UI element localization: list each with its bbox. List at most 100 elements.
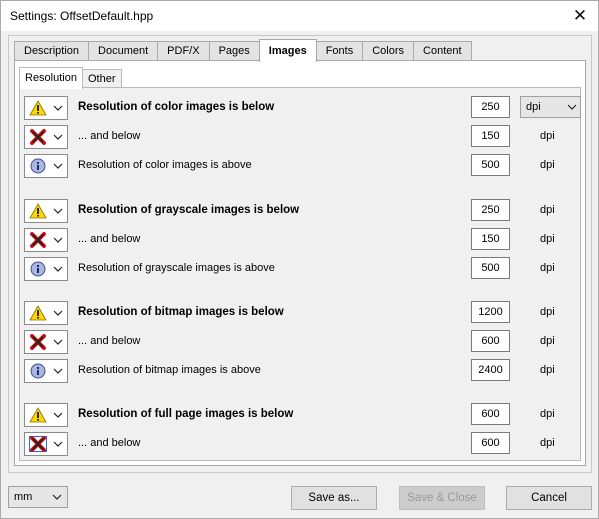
chevron-down-icon — [53, 163, 63, 169]
warning-icon — [29, 407, 47, 423]
measurement-unit-value: mm — [14, 491, 33, 503]
rule-label: Resolution of color images is below — [78, 101, 275, 113]
unit-label: dpi — [540, 335, 555, 347]
unit-label: dpi — [540, 204, 555, 216]
resolution-value-input[interactable]: 600 — [471, 432, 510, 454]
unit-label: dpi — [540, 364, 555, 376]
save-as-button[interactable]: Save as... — [291, 486, 377, 510]
severity-dropdown[interactable] — [24, 403, 68, 427]
warning-icon — [29, 203, 47, 219]
resolution-value-input[interactable]: 2400 — [471, 359, 510, 381]
info-icon — [29, 261, 47, 277]
rule-row: ... and below 600 dpi — [20, 432, 580, 458]
info-icon — [29, 363, 47, 379]
chevron-down-icon — [53, 208, 63, 214]
chevron-down-icon — [53, 339, 63, 345]
window-title: Settings: OffsetDefault.hpp — [10, 9, 154, 23]
tab-pages[interactable]: Pages — [208, 41, 260, 61]
chevron-down-icon — [53, 105, 63, 111]
main-panel: Description Document PDF/X Pages Images Fonts… — [8, 35, 592, 473]
measurement-unit-dropdown[interactable]: mm — [8, 486, 68, 508]
rule-label: ... and below — [78, 233, 141, 245]
chevron-down-icon — [52, 494, 62, 500]
rule-row: Resolution of color images is below 250 — [20, 96, 580, 122]
cancel-button[interactable]: Cancel — [506, 486, 592, 510]
unit-label: dpi — [540, 159, 555, 171]
resolution-value-input[interactable]: 250 — [471, 199, 510, 221]
resolution-value-input[interactable]: 500 — [471, 154, 510, 176]
severity-dropdown[interactable] — [24, 96, 68, 120]
unit-label: dpi — [540, 233, 555, 245]
error-icon — [29, 129, 47, 145]
save-close-button[interactable]: Save & Close — [399, 486, 485, 510]
rule-label: Resolution of bitmap images is below — [78, 306, 284, 318]
rule-label: Resolution of color images is above — [78, 159, 252, 171]
severity-dropdown[interactable] — [24, 199, 68, 223]
resolution-value-input[interactable]: 150 — [471, 228, 510, 250]
close-button[interactable]: ✕ — [562, 1, 598, 31]
severity-dropdown[interactable] — [24, 125, 68, 149]
resolution-value-input[interactable]: 1200 — [471, 301, 510, 323]
rule-label: ... and below — [78, 130, 141, 142]
severity-dropdown[interactable] — [24, 257, 68, 281]
rule-row: Resolution of grayscale images is below 2… — [20, 199, 580, 225]
tab-description[interactable]: Description — [14, 41, 90, 61]
tab-content[interactable]: Content — [413, 41, 472, 61]
rule-row: Resolution of color images is above 500 dp… — [20, 154, 580, 180]
chevron-down-icon — [53, 368, 63, 374]
tab-fonts[interactable]: Fonts — [315, 41, 364, 61]
chevron-down-icon — [53, 441, 63, 447]
rule-label: Resolution of full page images is below — [78, 408, 294, 420]
tab-images[interactable]: Images — [258, 39, 317, 62]
rule-row: Resolution of full page images is below 6… — [20, 403, 580, 429]
unit-label: dpi — [540, 437, 555, 449]
unit-label: dpi — [540, 130, 555, 142]
error-icon — [29, 232, 47, 248]
chevron-down-icon — [53, 412, 63, 418]
severity-dropdown[interactable] — [24, 330, 68, 354]
error-icon — [29, 436, 47, 452]
severity-dropdown[interactable] — [24, 359, 68, 383]
rule-row: Resolution of bitmap images is below 1200… — [20, 301, 580, 327]
resolution-value-input[interactable]: 600 — [471, 403, 510, 425]
resolution-value-input[interactable]: 600 — [471, 330, 510, 352]
unit-label: dpi — [540, 306, 555, 318]
severity-dropdown[interactable] — [24, 154, 68, 178]
rule-row: ... and below 150 dpi — [20, 228, 580, 254]
subtab-other[interactable]: Other — [81, 69, 122, 88]
unit-label: dpi — [540, 262, 555, 274]
severity-dropdown[interactable] — [24, 432, 68, 456]
images-tab-content: Resolution Other dpi Resolution of color … — [14, 60, 586, 466]
chevron-down-icon — [53, 237, 63, 243]
tab-colors[interactable]: Colors — [362, 41, 415, 61]
severity-dropdown[interactable] — [24, 301, 68, 325]
rule-label: Resolution of bitmap images is above — [78, 364, 261, 376]
tab-pdf-x[interactable]: PDF/X — [157, 41, 210, 61]
subtab-bar: Resolution Other — [19, 67, 122, 89]
warning-icon — [29, 305, 47, 321]
error-icon — [29, 334, 47, 350]
rule-row: Resolution of grayscale images is above 5… — [20, 257, 580, 283]
info-icon — [29, 158, 47, 174]
severity-dropdown[interactable] — [24, 228, 68, 252]
rule-label: Resolution of grayscale images is above — [78, 262, 275, 274]
close-icon: ✕ — [572, 6, 588, 25]
subtab-resolution[interactable]: Resolution — [19, 67, 83, 89]
title-bar: Settings: OffsetDefault.hpp ✕ — [1, 1, 598, 31]
unit-label: dpi — [540, 408, 555, 420]
resolution-value-input[interactable]: 250 — [471, 96, 510, 118]
resolution-value-input[interactable]: 500 — [471, 257, 510, 279]
rule-label: ... and below — [78, 335, 141, 347]
resolution-panel: dpi Resolution of color images is below 2… — [19, 87, 581, 461]
tab-bar: Description Document PDF/X Pages Images Fonts… — [14, 39, 472, 62]
rule-label: ... and below — [78, 437, 141, 449]
chevron-down-icon — [53, 266, 63, 272]
warning-icon — [29, 100, 47, 116]
tab-document[interactable]: Document — [88, 41, 159, 61]
rule-row: Resolution of bitmap images is above 2400… — [20, 359, 580, 385]
resolution-value-input[interactable]: 150 — [471, 125, 510, 147]
chevron-down-icon — [53, 310, 63, 316]
rule-row: ... and below 150 dpi — [20, 125, 580, 151]
settings-window: Settings: OffsetDefault.hpp ✕ Descriptio… — [0, 0, 599, 519]
chevron-down-icon — [53, 134, 63, 140]
